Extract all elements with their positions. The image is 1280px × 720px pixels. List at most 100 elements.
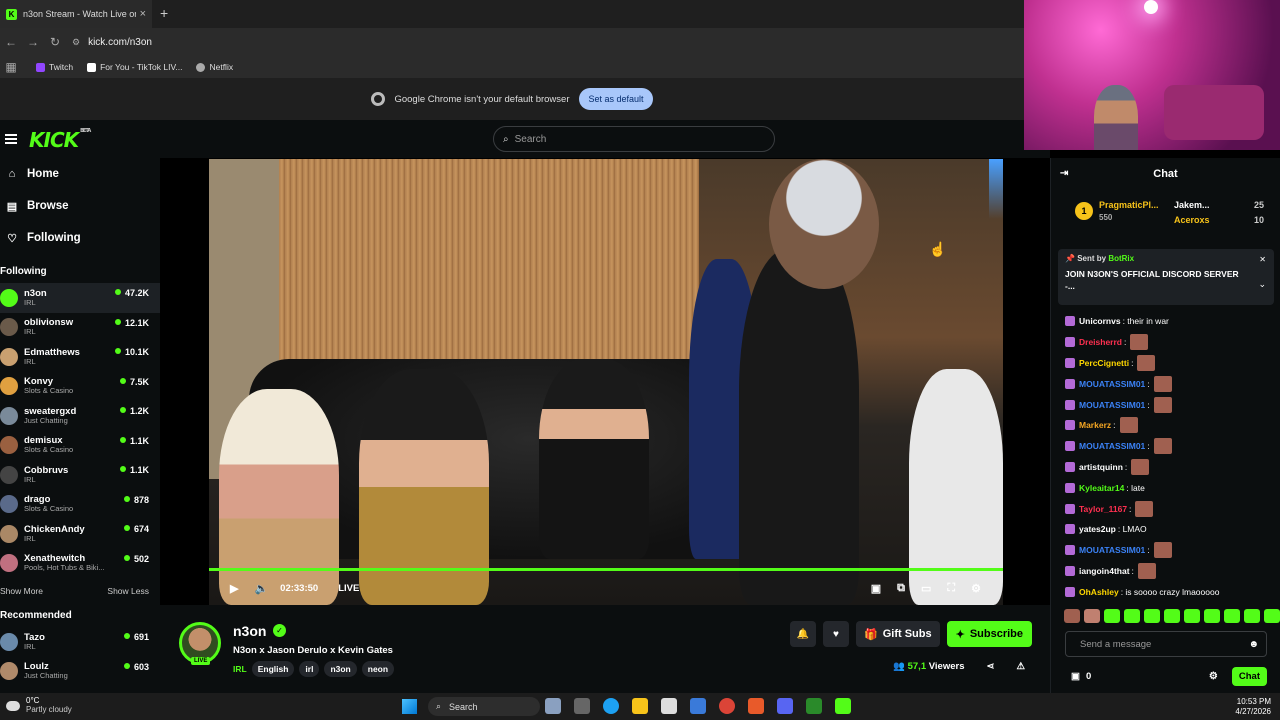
chat-username[interactable]: Dreisherrd <box>1079 337 1122 347</box>
report-icon[interactable]: ⚠ <box>1016 661 1025 672</box>
fullscreen-icon[interactable]: ⛶ <box>947 582 955 595</box>
bookmark-netflix[interactable]: Netflix <box>196 62 233 72</box>
chat-username[interactable]: MOUATASSIM01 <box>1079 441 1145 451</box>
forward-icon[interactable]: → <box>22 35 44 49</box>
channel-item[interactable]: n3on IRL 47.2K <box>0 283 160 313</box>
emote-icon[interactable] <box>1264 609 1280 623</box>
chat-username[interactable]: yates2up <box>1079 524 1116 534</box>
share-icon[interactable]: ⋖ <box>987 661 995 672</box>
channel-item[interactable]: demisux Slots & Casino 1.1K <box>0 431 160 461</box>
chat-settings-icon[interactable]: ⚙ <box>1209 671 1218 682</box>
close-tab-icon[interactable]: × <box>140 8 146 20</box>
tag-chip[interactable]: English <box>251 661 295 677</box>
gift-subs-button[interactable]: 🎁 Gift Subs <box>856 621 940 647</box>
reload-icon[interactable]: ↻ <box>44 35 66 49</box>
theater-icon[interactable]: ▭ <box>921 582 931 595</box>
chat-username[interactable]: Kyleaitar14 <box>1079 483 1124 493</box>
channel-item[interactable]: sweatergxd Just Chatting 1.2K <box>0 401 160 431</box>
show-more-button[interactable]: Show More <box>0 586 43 596</box>
settings-icon[interactable]: ⚙ <box>971 582 981 595</box>
discord-icon[interactable] <box>777 698 793 714</box>
show-less-button[interactable]: Show Less <box>107 586 149 596</box>
chat-username[interactable]: MOUATASSIM01 <box>1079 400 1145 410</box>
chat-username[interactable]: PercCignetti <box>1079 358 1129 368</box>
chat-username[interactable]: Taylor_1167 <box>1079 504 1127 514</box>
menu-icon[interactable] <box>5 134 17 144</box>
chat-username[interactable]: MOUATASSIM01 <box>1079 545 1145 555</box>
chevron-down-icon[interactable]: ⌄ <box>1258 279 1266 290</box>
chat-username[interactable]: iangoin4that <box>1079 566 1130 576</box>
widgets-icon[interactable] <box>545 698 561 714</box>
chat-username[interactable]: Markerz <box>1079 420 1111 430</box>
nav-following[interactable]: ♡ Following <box>0 222 160 254</box>
emote-icon[interactable] <box>1224 609 1240 623</box>
tag-chip[interactable]: neon <box>361 661 395 677</box>
tag-chip[interactable]: n3on <box>324 661 357 677</box>
live-indicator[interactable]: LIVE <box>338 583 359 594</box>
bookmark-twitch[interactable]: Twitch <box>36 62 73 72</box>
emote-icon[interactable] <box>1104 609 1120 623</box>
windows-start-icon[interactable] <box>402 699 417 714</box>
chat-username[interactable]: OhAshley <box>1079 587 1119 597</box>
points-icon[interactable]: ▣ <box>1071 671 1080 682</box>
site-info-icon[interactable]: ⚙ <box>72 37 80 48</box>
channel-item[interactable]: Tazo IRL 691 <box>0 627 160 657</box>
chat-username[interactable]: Unicornvs <box>1079 316 1121 326</box>
category-link[interactable]: IRL <box>233 661 247 677</box>
play-icon[interactable]: ▶ <box>230 582 238 595</box>
emote-icon[interactable] <box>1124 609 1140 623</box>
new-tab-icon[interactable]: + <box>160 5 168 21</box>
bookmark-tiktok[interactable]: For You - TikTok LIV... <box>87 62 182 72</box>
set-default-button[interactable]: Set as default <box>579 88 653 110</box>
url-field[interactable]: ⚙ kick.com/n3on <box>72 37 152 48</box>
search-input[interactable]: ⌕ Search <box>493 126 775 152</box>
xbox-icon[interactable] <box>806 698 822 714</box>
emote-icon[interactable] <box>1064 609 1080 623</box>
channel-name[interactable]: n3on <box>233 623 266 639</box>
clip-icon[interactable]: ⧉ <box>897 582 905 595</box>
channel-item[interactable]: oblivionsw IRL 12.1K <box>0 313 160 343</box>
emote-icon[interactable] <box>1084 609 1100 623</box>
collapse-chat-icon[interactable]: ⇥ <box>1060 168 1068 179</box>
nav-browse[interactable]: ▤ Browse <box>0 190 160 222</box>
edge-icon[interactable] <box>603 698 619 714</box>
chat-input[interactable]: Send a message ☻ <box>1065 631 1267 657</box>
channel-item[interactable]: ChickenAndy IRL 674 <box>0 519 160 549</box>
browser-tab[interactable]: K n3on Stream - Watch Live on K × <box>0 0 152 28</box>
task-view-icon[interactable] <box>574 698 590 714</box>
pip-icon[interactable]: ▣ <box>871 582 881 595</box>
chat-send-button[interactable]: Chat <box>1231 666 1267 686</box>
back-icon[interactable]: ← <box>0 35 22 49</box>
channel-item[interactable]: Edmatthews IRL 10.1K <box>0 342 160 372</box>
chat-username[interactable]: artistquinn <box>1079 462 1123 472</box>
obs-icon[interactable] <box>748 698 764 714</box>
pinned-message[interactable]: 📌 Sent by BotRix JOIN N3ON'S OFFICIAL DI… <box>1058 249 1274 305</box>
clock[interactable]: 10:53 PM 4/27/2026 <box>1235 697 1271 716</box>
chrome-taskbar-icon[interactable] <box>719 698 735 714</box>
file-explorer-icon[interactable] <box>632 698 648 714</box>
weather-widget[interactable]: 0°C Partly cloudy <box>6 696 72 715</box>
channel-item[interactable]: Xenathewitch Pools, Hot Tubs & Biki... 502 <box>0 549 160 579</box>
volume-icon[interactable]: 🔈 <box>254 582 268 595</box>
kick-taskbar-icon[interactable] <box>835 698 851 714</box>
emote-icon[interactable] <box>1244 609 1260 623</box>
subscribe-button[interactable]: ✦ Subscribe <box>946 621 1032 647</box>
kick-logo[interactable]: KICK BETA <box>29 128 91 152</box>
emote-icon[interactable] <box>1184 609 1200 623</box>
emote-icon[interactable] <box>1164 609 1180 623</box>
channel-item[interactable]: Konvy Slots & Casino 7.5K <box>0 372 160 402</box>
follow-button[interactable]: ♥ <box>823 621 849 647</box>
tag-chip[interactable]: irl <box>299 661 320 677</box>
video-player[interactable]: ☝ ▶ 🔈 02:33:50 LIVE ▣ ⧉ ▭ ⛶ ⚙ <box>209 159 1003 605</box>
unpin-icon[interactable]: ✕ <box>1259 255 1266 264</box>
chat-username[interactable]: MOUATASSIM01 <box>1079 379 1145 389</box>
nav-home[interactable]: ⌂ Home <box>0 158 160 190</box>
channel-item[interactable]: Loulz Just Chatting 603 <box>0 657 160 687</box>
leader-second-name[interactable]: Jakem... <box>1174 200 1210 210</box>
channel-item[interactable]: drago Slots & Casino 878 <box>0 490 160 520</box>
emote-icon[interactable] <box>1144 609 1160 623</box>
channel-item[interactable]: Cobbruvs IRL 1.1K <box>0 460 160 490</box>
emoji-icon[interactable]: ☻ <box>1248 639 1259 650</box>
leader-name[interactable]: PragmaticPl... <box>1099 200 1159 210</box>
notification-bell-button[interactable]: 🔔 <box>790 621 816 647</box>
